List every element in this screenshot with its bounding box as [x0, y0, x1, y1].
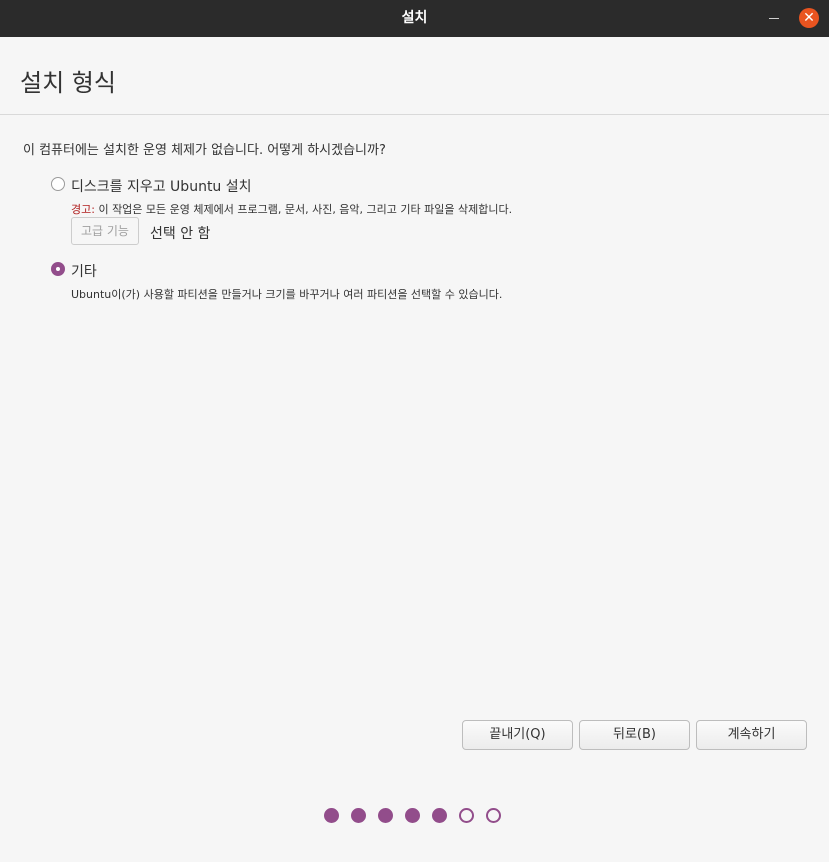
- option-something-else-description: Ubuntu이(가) 사용할 파티션을 만들거나 크기를 바꾸거나 여러 파티션…: [71, 288, 503, 301]
- question-text: 이 컴퓨터에는 설치한 운영 체제가 없습니다. 어떻게 하시겠습니까?: [23, 143, 386, 158]
- progress-dot: [324, 808, 339, 823]
- window-title: 설치: [401, 10, 428, 26]
- page-title: 설치 형식: [20, 69, 116, 97]
- warning-text: 이 작업은 모든 운영 체제에서 프로그램, 문서, 사진, 음악, 그리고 기…: [94, 203, 513, 216]
- close-icon[interactable]: ✕: [799, 8, 819, 28]
- advanced-features-button[interactable]: 고급 기능: [71, 217, 139, 245]
- option-erase-disk-label[interactable]: 디스크를 지우고 Ubuntu 설치: [71, 176, 252, 196]
- option-something-else-label[interactable]: 기타: [71, 261, 97, 281]
- progress-dot: [378, 808, 393, 823]
- option-erase-disk-description: 경고: 이 작업은 모든 운영 체제에서 프로그램, 문서, 사진, 음악, 그…: [71, 201, 512, 217]
- radio-something-else[interactable]: [51, 262, 65, 276]
- back-button[interactable]: 뒤로(B): [579, 720, 690, 750]
- page-header: 설치 형식: [0, 37, 829, 115]
- quit-button[interactable]: 끝내기(Q): [462, 720, 573, 750]
- progress-dot: [405, 808, 420, 823]
- progress-dot: [432, 808, 447, 823]
- continue-button[interactable]: 계속하기: [696, 720, 807, 750]
- radio-erase-disk[interactable]: [51, 177, 65, 191]
- progress-dot: [486, 808, 501, 823]
- progress-dot: [459, 808, 474, 823]
- minimize-icon[interactable]: [769, 18, 779, 19]
- window-titlebar: 설치 ✕: [0, 0, 829, 37]
- warning-label: 경고:: [71, 203, 95, 216]
- advanced-features-status: 선택 안 함: [150, 226, 211, 242]
- progress-dot: [351, 808, 366, 823]
